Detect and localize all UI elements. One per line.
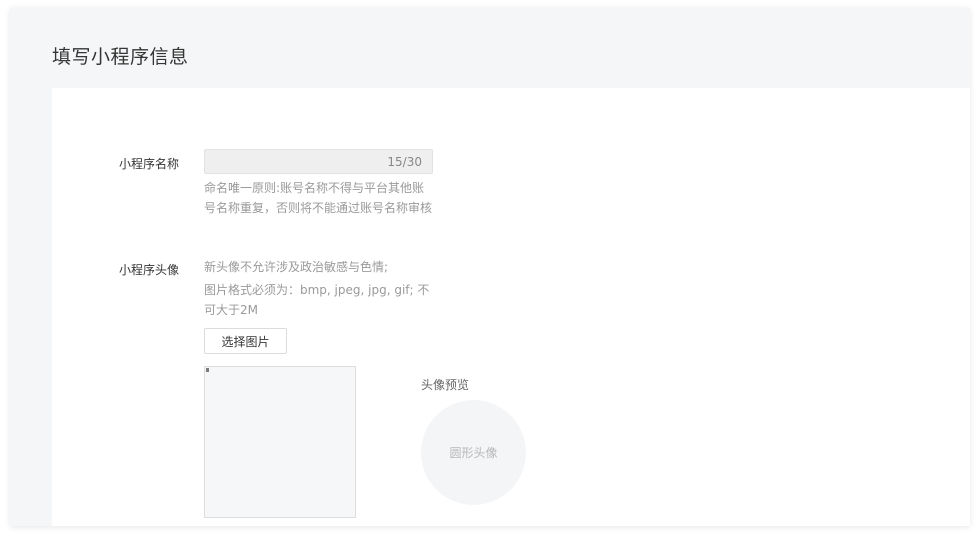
avatar-tip-line2: 图片格式必须为：bmp, jpeg, jpg, gif; 不可大于2M — [204, 283, 430, 317]
avatar-label: 小程序头像 — [119, 263, 180, 277]
page-title: 填写小程序信息 — [52, 46, 189, 68]
avatar-preview-title: 头像预览 — [421, 378, 470, 392]
form-card: 小程序名称 15/30 命名唯一原则:账号名称不得与平台其他账号名称重复，否则将… — [52, 88, 970, 526]
avatar-preview-circle: 圆形头像 — [421, 400, 526, 505]
name-label: 小程序名称 — [119, 157, 180, 171]
name-tip: 命名唯一原则:账号名称不得与平台其他账号名称重复，否则将不能通过账号名称审核 — [204, 181, 433, 215]
name-input[interactable]: 15/30 — [204, 149, 433, 174]
page-container: 填写小程序信息 小程序名称 15/30 命名唯一原则:账号名称不得与平台其他账号… — [10, 8, 970, 526]
name-char-counter: 15/30 — [387, 155, 422, 169]
select-image-button[interactable]: 选择图片 — [204, 328, 287, 354]
broken-image-icon — [206, 368, 209, 372]
image-crop-area[interactable] — [204, 366, 356, 518]
avatar-preview-text: 圆形头像 — [449, 446, 498, 460]
avatar-tip-line1: 新头像不允许涉及政治敏感与色情; — [204, 260, 389, 274]
